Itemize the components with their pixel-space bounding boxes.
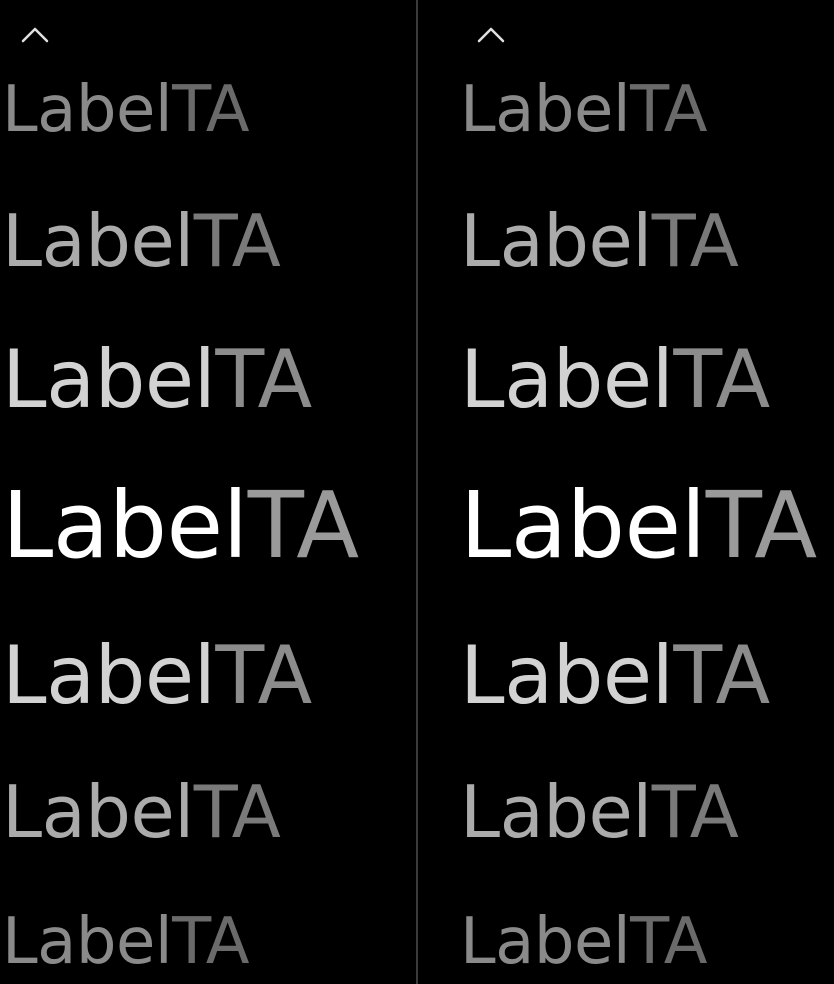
picker-column-left[interactable]: LabelTA LabelTA LabelTA LabelTA LabelTA … [0,0,416,984]
item-suffix: TA [193,199,281,283]
chevron-up-icon[interactable] [20,24,50,44]
picker-item[interactable]: LabelTA [460,340,770,420]
item-label: Label [2,905,173,979]
picker-item[interactable]: LabelTA [460,636,770,716]
item-label: Label [460,73,631,147]
item-suffix: TA [215,629,312,722]
item-label: Label [2,770,194,854]
item-label: Label [2,629,216,722]
chevron-up-icon[interactable] [476,24,506,44]
item-suffix: TA [630,73,708,147]
item-label: Label [460,629,674,722]
picker-item[interactable]: LabelTA [460,910,708,974]
item-suffix: TA [193,770,281,854]
picker-screen: LabelTA LabelTA LabelTA LabelTA LabelTA … [0,0,834,984]
picker-item[interactable]: LabelTA [2,78,250,142]
item-label: Label [460,905,631,979]
item-label: Label [460,199,652,283]
picker-item[interactable]: LabelTA [2,205,281,277]
picker-item[interactable]: LabelTA [2,910,250,974]
picker-item[interactable]: LabelTA [460,205,739,277]
item-label: Label [460,472,706,579]
item-label: Label [2,199,194,283]
picker-item-selected[interactable]: LabelTA [460,480,817,572]
picker-item[interactable]: LabelTA [2,340,312,420]
item-label: Label [460,333,674,426]
item-suffix: TA [705,472,818,579]
item-suffix: TA [673,629,770,722]
item-label: Label [2,73,173,147]
picker-item[interactable]: LabelTA [460,78,708,142]
picker-column-right[interactable]: LabelTA LabelTA LabelTA LabelTA LabelTA … [418,0,834,984]
picker-item-selected[interactable]: LabelTA [2,480,359,572]
picker-item[interactable]: LabelTA [460,776,739,848]
picker-item[interactable]: LabelTA [2,636,312,716]
picker-item[interactable]: LabelTA [2,776,281,848]
item-suffix: TA [215,333,312,426]
item-label: Label [2,472,248,579]
item-suffix: TA [673,333,770,426]
item-label: Label [2,333,216,426]
item-suffix: TA [651,770,739,854]
item-suffix: TA [172,73,250,147]
item-suffix: TA [247,472,360,579]
item-suffix: TA [172,905,250,979]
item-suffix: TA [651,199,739,283]
item-label: Label [460,770,652,854]
item-suffix: TA [630,905,708,979]
